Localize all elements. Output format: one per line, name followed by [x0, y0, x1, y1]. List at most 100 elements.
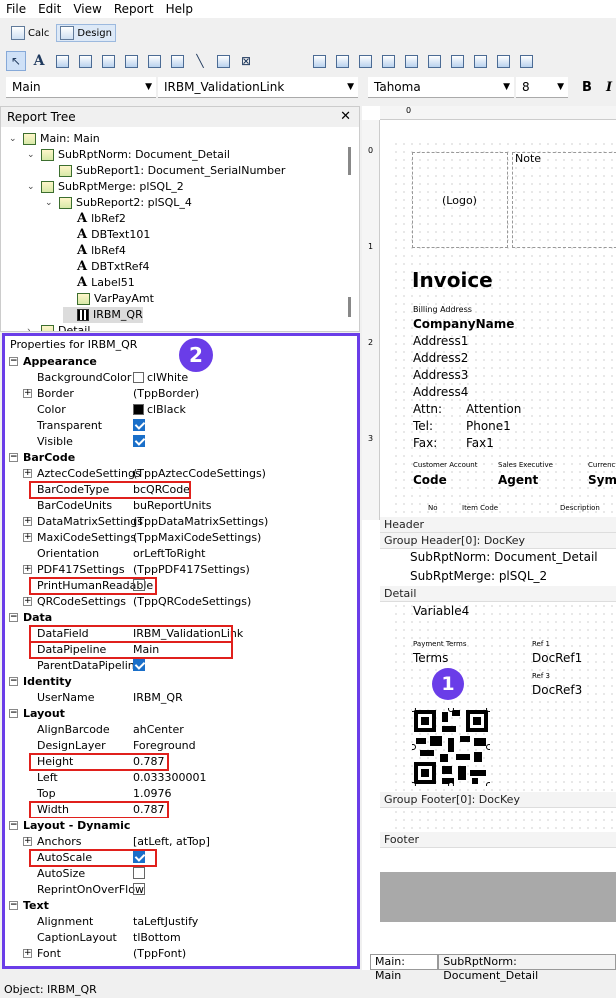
payment-terms-label[interactable]: Payment Terms — [413, 640, 466, 648]
property-row[interactable]: UserName IRBM_QR — [5, 690, 357, 706]
crosstab-icon[interactable] — [493, 51, 513, 71]
db-memo-icon[interactable] — [332, 51, 352, 71]
tree-item[interactable]: ⌄ Main: Main — [9, 131, 100, 147]
calc-tab[interactable]: Calc — [8, 25, 52, 41]
tree-item[interactable]: ⌄ SubReport2: plSQL_4 — [45, 195, 192, 211]
collapse-icon[interactable]: − — [9, 453, 18, 462]
tree-item[interactable]: ⌄ SubRptNorm: Document_Detail — [27, 147, 230, 163]
property-row[interactable]: AlignBarcode ahCenter — [5, 722, 357, 738]
company-name-field[interactable]: CompanyName — [413, 317, 514, 331]
code-field[interactable]: Code — [413, 473, 447, 487]
attention-field[interactable]: Attention — [466, 402, 521, 416]
tree-item[interactable]: AlbRef4 — [63, 243, 126, 259]
property-row[interactable]: + Font (TppFont) — [5, 946, 357, 962]
design-canvas[interactable]: 0 0 1 2 3 (Logo) Note Invoice Billing Ad… — [362, 106, 616, 970]
property-value[interactable]: tlBottom — [133, 930, 181, 946]
property-row[interactable]: ReprintOnOverFlow — [5, 882, 357, 898]
property-row[interactable]: + QRCodeSettings (TppQRCodeSettings) — [5, 594, 357, 610]
collapse-icon[interactable]: − — [9, 357, 18, 366]
subreport-icon[interactable]: ⊠ — [236, 51, 256, 71]
property-checkbox[interactable] — [133, 435, 145, 447]
collapse-icon[interactable]: − — [9, 677, 18, 686]
property-value[interactable] — [133, 866, 145, 882]
db-checkbox-icon[interactable] — [447, 51, 467, 71]
property-checkbox[interactable] — [133, 867, 145, 879]
agent-field[interactable]: Agent — [498, 473, 538, 487]
property-value[interactable]: Foreground — [133, 738, 196, 754]
menu-file[interactable]: File — [0, 2, 32, 16]
property-value[interactable]: ahCenter — [133, 722, 184, 738]
property-checkbox[interactable] — [133, 659, 145, 671]
db-image-icon[interactable] — [401, 51, 421, 71]
description-column-label[interactable]: Description — [560, 504, 600, 512]
property-value[interactable]: (TppMaxiCodeSettings) — [133, 530, 261, 546]
ref1-label[interactable]: Ref 1 — [532, 640, 550, 648]
collapse-icon[interactable]: − — [9, 901, 18, 910]
expand-icon[interactable]: + — [23, 837, 32, 846]
note-box[interactable] — [512, 152, 616, 248]
property-row[interactable]: + AztecCodeSettings (TppAztecCodeSettings) — [5, 466, 357, 482]
band-header-group-header[interactable]: Group Header[0]: DocKey — [380, 533, 616, 549]
property-value[interactable]: (TppBorder) — [133, 386, 199, 402]
property-row[interactable]: Top 1.0976 — [5, 786, 357, 802]
item-code-column-label[interactable]: Item Code — [462, 504, 498, 512]
tree-item[interactable]: › Detail — [27, 323, 90, 331]
currency-label[interactable]: Currency — [588, 461, 616, 469]
image-icon[interactable] — [144, 51, 164, 71]
property-value[interactable]: (TppQRCodeSettings) — [133, 594, 251, 610]
docref1-field[interactable]: DocRef1 — [532, 651, 582, 665]
close-icon[interactable]: ✕ — [340, 107, 351, 127]
property-row[interactable]: + Border (TppBorder) — [5, 386, 357, 402]
property-value[interactable]: (TppFont) — [133, 946, 186, 962]
expand-icon[interactable]: + — [23, 517, 32, 526]
property-value[interactable] — [133, 882, 145, 898]
no-column-label[interactable]: No — [428, 504, 438, 512]
collapse-icon[interactable]: − — [9, 709, 18, 718]
property-value[interactable]: 0.033300001 — [133, 770, 206, 786]
tree-item[interactable]: ⌄ SubRptMerge: plSQL_2 — [27, 179, 184, 195]
expand-icon[interactable]: + — [23, 389, 32, 398]
band-header-group-footer[interactable]: Group Footer[0]: DocKey — [380, 792, 616, 808]
property-value[interactable]: clWhite — [133, 370, 188, 386]
property-value[interactable]: 1.0976 — [133, 786, 172, 802]
group-footer-band[interactable] — [392, 808, 616, 832]
richtext-icon[interactable] — [75, 51, 95, 71]
attn-label[interactable]: Attn: — [413, 402, 442, 416]
memo-icon[interactable] — [52, 51, 72, 71]
property-value[interactable]: (TppPDF417Settings) — [133, 562, 250, 578]
tree-item[interactable]: VarPayAmt — [63, 291, 154, 307]
db-richtext-icon[interactable] — [355, 51, 375, 71]
property-category[interactable]: − Data — [5, 610, 357, 626]
property-value[interactable]: buReportUnits — [133, 498, 212, 514]
menu-help[interactable]: Help — [160, 2, 199, 16]
property-row[interactable]: BackgroundColor clWhite — [5, 370, 357, 386]
expand-toggle-icon[interactable]: › — [27, 323, 37, 331]
expand-icon[interactable]: + — [23, 949, 32, 958]
sales-executive-label[interactable]: Sales Executive — [498, 461, 553, 469]
property-value[interactable]: clBlack — [133, 402, 186, 418]
tree-item[interactable]: IRBM_QR — [63, 307, 143, 323]
tree-item[interactable]: A DBText101 — [63, 227, 150, 243]
property-row[interactable]: Orientation orLeftToRight — [5, 546, 357, 562]
line-icon[interactable]: ╲ — [190, 51, 210, 71]
expand-toggle-icon[interactable]: ⌄ — [27, 179, 37, 195]
subreport-norm-field[interactable]: SubRptNorm: Document_Detail — [410, 550, 598, 564]
property-row[interactable]: + DataMatrixSettings (TppDataMatrixSetting… — [5, 514, 357, 530]
menu-view[interactable]: View — [67, 2, 107, 16]
property-row[interactable]: + MaxiCodeSettings (TppMaxiCodeSettings) — [5, 530, 357, 546]
expand-toggle-icon[interactable]: ⌄ — [45, 195, 55, 211]
collapse-icon[interactable]: − — [9, 821, 18, 830]
property-value[interactable]: IRBM_QR — [133, 690, 183, 706]
label-icon[interactable]: A — [29, 51, 49, 71]
band-header-header[interactable]: Header — [380, 517, 616, 533]
property-category[interactable]: − Layout - Dynamic — [5, 818, 357, 834]
bold-button[interactable]: B — [582, 77, 592, 99]
dbtext-icon[interactable] — [121, 51, 141, 71]
docref3-field[interactable]: DocRef3 — [532, 683, 582, 697]
tab-main[interactable]: Main: Main — [370, 954, 439, 982]
tree-scrollbar-thumb[interactable] — [348, 147, 351, 175]
property-row[interactable]: Transparent — [5, 418, 357, 434]
address1-field[interactable]: Address1 — [413, 334, 468, 348]
expand-icon[interactable]: + — [23, 533, 32, 542]
property-row[interactable]: Alignment taLeftJustify — [5, 914, 357, 930]
